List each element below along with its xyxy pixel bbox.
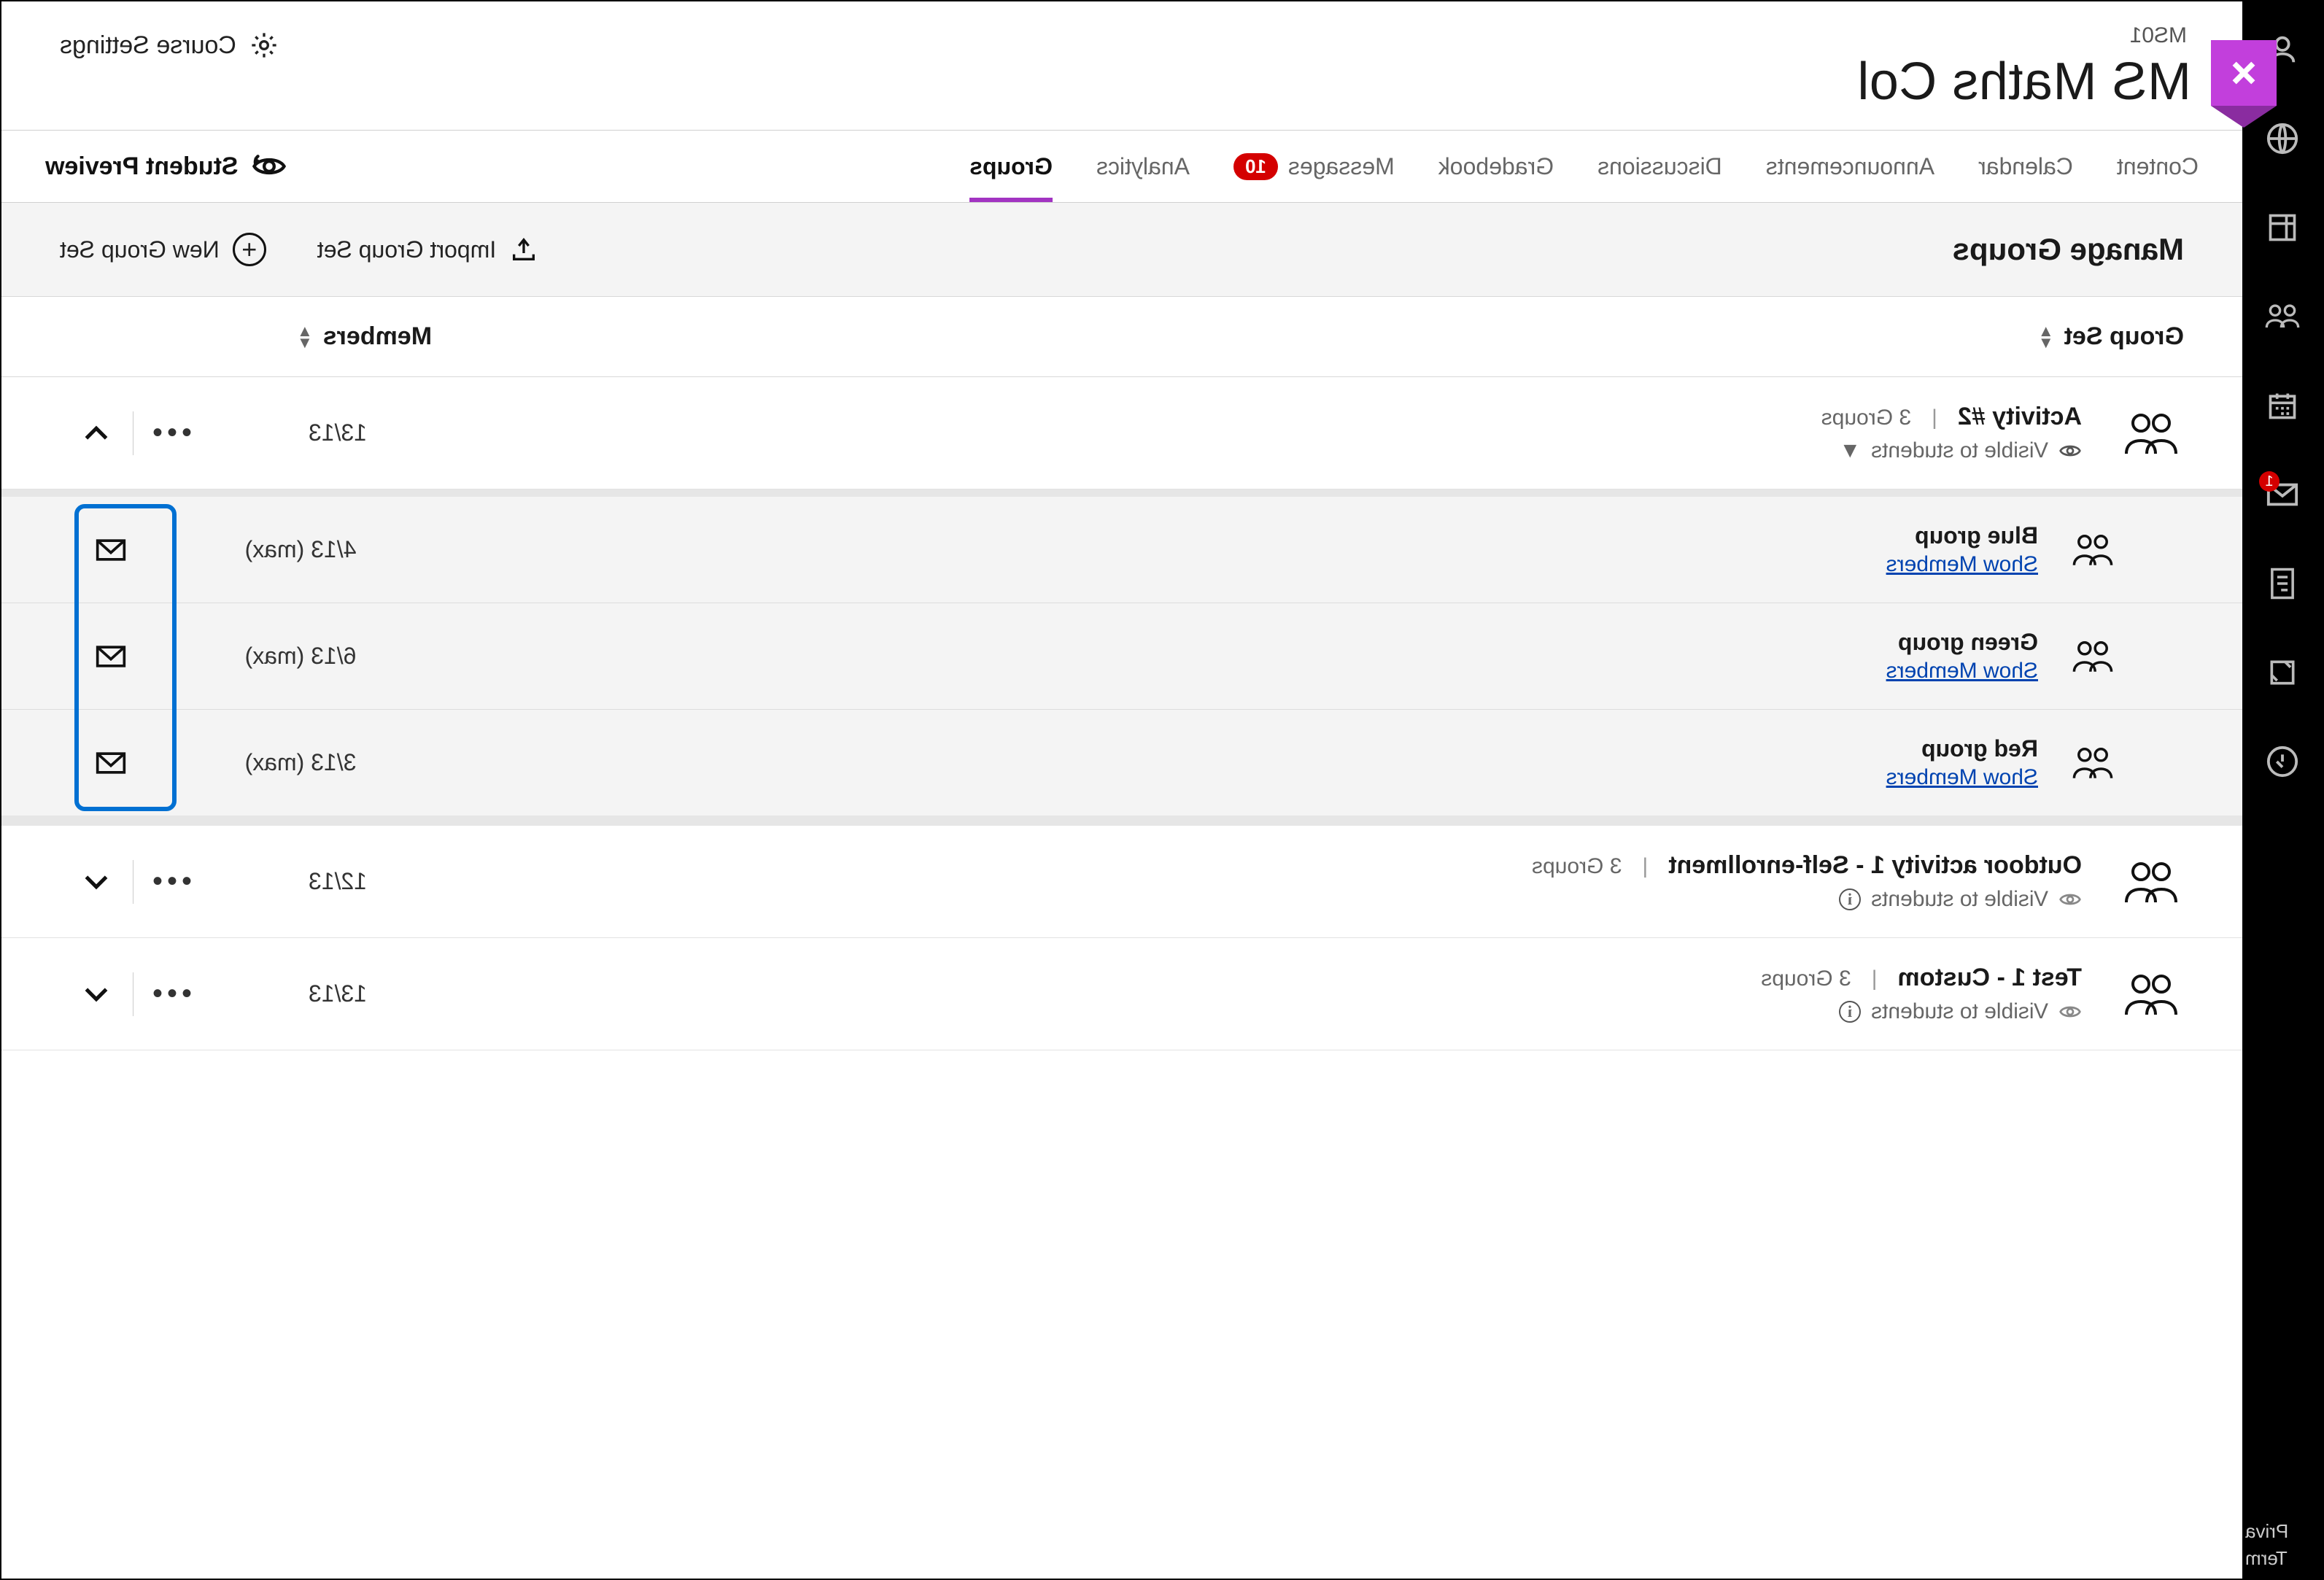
group-members-count: 3/13 (max) [191, 749, 410, 776]
tab-groups[interactable]: Groups [969, 131, 1053, 202]
group-name: Green group [439, 629, 2038, 656]
course-title: MS Maths Col [1857, 52, 2191, 112]
page-title: Manage Groups [1953, 232, 2184, 267]
groups-rail-icon[interactable] [2263, 298, 2301, 336]
group-set-name: Activity #2 [1958, 403, 2082, 431]
group-set-name: Test 1 - Custom [1897, 964, 2082, 992]
group-set-row[interactable]: Outdoor activity 1 - Self-enrollment | 3… [1, 826, 2242, 938]
group-set-row[interactable]: Test 1 - Custom | 3 Groups Visible to st… [1, 938, 2242, 1050]
group-set-icon [2118, 410, 2184, 457]
group-icon [2067, 533, 2118, 568]
course-code: MS01 [1857, 23, 2191, 48]
group-row[interactable]: Blue group Show Members 4/13 (max) [1, 497, 2242, 603]
group-set-count: 3 Groups [1761, 967, 1851, 991]
group-set-icon [2118, 859, 2184, 905]
close-panel-button[interactable] [2211, 40, 2277, 106]
expand-button[interactable] [60, 874, 133, 890]
tab-announcements[interactable]: Announcements [1766, 131, 1934, 202]
tab-discussions[interactable]: Discussions [1597, 131, 1722, 202]
tab-gradebook[interactable]: Gradebook [1438, 131, 1554, 202]
info-icon[interactable]: i [1839, 888, 1861, 910]
messages-count-badge: 10 [1233, 153, 1278, 180]
group-set-row[interactable]: Activity #2 | 3 Groups Visible to studen… [1, 377, 2242, 489]
group-members-count: 4/13 (max) [191, 536, 410, 563]
child-groups-block: Blue group Show Members 4/13 (max) [1, 489, 2242, 826]
column-header-group-set[interactable]: Group Set ▲▼ [2038, 322, 2184, 351]
tools-rail-icon[interactable] [2263, 654, 2301, 692]
show-members-link[interactable]: Show Members [1886, 552, 2038, 577]
tab-content[interactable]: Content [2117, 131, 2199, 202]
message-group-button[interactable] [60, 751, 162, 775]
import-group-set-button[interactable]: Import Group Set [317, 235, 538, 264]
visibility-toggle[interactable]: Visible to students ▼ [469, 438, 2082, 463]
group-row[interactable]: Green group Show Members 6/13 (max) [1, 603, 2242, 710]
info-icon[interactable]: i [1839, 1001, 1861, 1023]
calendar-rail-icon[interactable] [2263, 387, 2301, 425]
left-nav-rail: 1 Priva Term [2242, 1, 2323, 1579]
tab-calendar[interactable]: Calendar [1978, 131, 2073, 202]
group-members-count: 6/13 (max) [191, 643, 410, 670]
sort-icon: ▲▼ [2038, 325, 2054, 348]
messages-rail-icon[interactable]: 1 [2263, 476, 2301, 514]
group-name: Red group [439, 735, 2038, 762]
column-header-members[interactable]: Members ▲▼ [297, 322, 432, 351]
group-row[interactable]: Red group Show Members 3/13 (max) [1, 710, 2242, 816]
group-icon [2067, 639, 2118, 674]
members-count: 13/13 [243, 980, 433, 1007]
message-group-button[interactable] [60, 538, 162, 562]
group-set-count: 3 Groups [1532, 854, 1622, 879]
caret-down-icon: ▼ [1839, 438, 1861, 463]
group-sets-list: Activity #2 | 3 Groups Visible to studen… [1, 377, 2242, 1579]
rail-footer: Priva Term [2245, 1518, 2288, 1571]
collapse-button[interactable] [60, 425, 133, 441]
more-options-button[interactable]: ••• [133, 865, 206, 898]
group-set-name: Outdoor activity 1 - Self-enrollment [1668, 851, 2082, 880]
more-options-button[interactable]: ••• [133, 977, 206, 1010]
group-set-count: 3 Groups [1821, 406, 1911, 430]
group-set-icon [2118, 971, 2184, 1018]
course-settings-label: Course Settings [60, 31, 236, 60]
more-options-button[interactable]: ••• [133, 417, 206, 449]
student-preview-button[interactable]: Student Preview [45, 152, 287, 181]
plus-icon: + [233, 233, 266, 266]
grades-rail-icon[interactable] [2263, 565, 2301, 603]
group-name: Blue group [439, 522, 2038, 549]
signout-rail-icon[interactable] [2263, 743, 2301, 781]
group-icon [2067, 746, 2118, 781]
main-panel: MS01 MS Maths Col Course Settings Conten… [1, 1, 2242, 1579]
visibility-label: Visible to students i [469, 887, 2082, 912]
expand-button[interactable] [60, 986, 133, 1002]
sort-icon: ▲▼ [297, 325, 313, 348]
show-members-link[interactable]: Show Members [1886, 765, 2038, 790]
message-group-button[interactable] [60, 644, 162, 669]
tab-messages[interactable]: Messages 10 [1233, 131, 1395, 202]
course-settings-button[interactable]: Course Settings [60, 23, 279, 60]
members-count: 13/13 [243, 419, 433, 446]
members-count: 12/13 [243, 868, 433, 895]
visibility-label: Visible to students i [469, 999, 2082, 1024]
tab-analytics[interactable]: Analytics [1096, 131, 1190, 202]
messages-rail-badge: 1 [2259, 471, 2280, 492]
show-members-link[interactable]: Show Members [1886, 659, 2038, 683]
new-group-set-button[interactable]: + New Group Set [60, 233, 266, 266]
courses-icon[interactable] [2263, 209, 2301, 247]
